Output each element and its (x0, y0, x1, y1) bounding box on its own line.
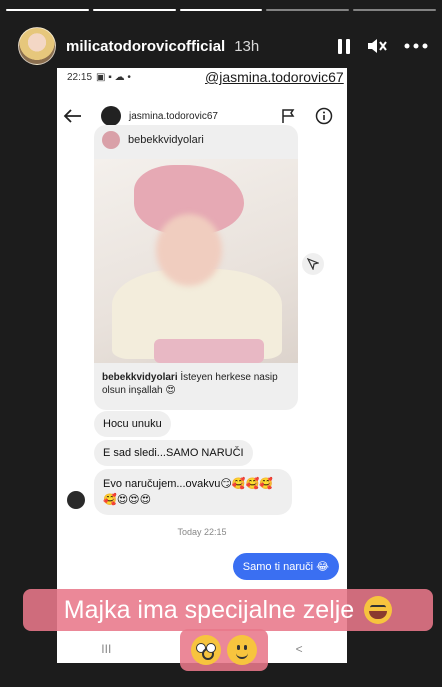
more-icon[interactable] (404, 43, 428, 49)
flag-icon[interactable] (281, 108, 295, 124)
recents-button[interactable]: III (101, 642, 111, 656)
back-arrow-icon[interactable] (63, 109, 83, 123)
share-icon[interactable] (302, 253, 324, 275)
post-username[interactable]: bebekkvidyolari (128, 134, 204, 146)
story-username[interactable]: milicatodorovicofficial (66, 38, 225, 55)
dm-contact-avatar[interactable] (101, 106, 121, 126)
progress-segment (266, 9, 350, 11)
avatar[interactable] (18, 27, 56, 65)
overlay-text: Majka ima specijalne zelje (63, 595, 355, 624)
mute-icon[interactable] (366, 36, 388, 56)
mention-sticker[interactable]: @jasmina.todorovic67 (205, 69, 344, 85)
message-bubble: E sad sledi...SAMO NARUČI (94, 440, 253, 466)
overlay-caption: Majka ima specijalne zelje (23, 589, 433, 631)
caption-user: bebekkvidyolari (102, 372, 178, 383)
progress-segment (179, 9, 263, 11)
my-message-bubble: Samo ti naruči 😂 (232, 553, 339, 580)
phone-status-bar: 22:15 ▣ ▪ ☁ • (67, 72, 131, 83)
smile-emoji-icon (227, 635, 257, 665)
shared-post[interactable]: bebekkvidyolari bebekkvidyolari İsteyen … (94, 125, 298, 410)
progress-segment (353, 9, 436, 11)
progress-segment (92, 9, 176, 11)
message-bubble: Evo naručujem...ovakvu😏🥰🥰🥰🥰😍😍😍 (94, 469, 292, 515)
post-caption: bebekkvidyolari İsteyen herkese nasip ol… (102, 371, 290, 397)
pause-icon[interactable] (338, 38, 350, 54)
laughing-emoji-icon (364, 596, 393, 624)
info-icon[interactable] (315, 107, 333, 125)
post-avatar (102, 131, 120, 149)
screenshot-phone: 22:15 ▣ ▪ ☁ • jasmina.todorovic67 bebekk… (57, 68, 347, 663)
story-header: milicatodorovicofficial 13h (18, 27, 428, 65)
post-image[interactable] (94, 159, 298, 363)
message-timestamp: Today 22:15 (177, 527, 227, 537)
message-bubble: Hocu unuku (94, 411, 171, 437)
story-progress (6, 9, 436, 11)
shocked-emoji-icon (191, 635, 221, 665)
overlay-emojis (180, 629, 268, 671)
story-time: 13h (234, 37, 260, 55)
sender-avatar (67, 491, 85, 509)
progress-segment (6, 9, 89, 11)
phone-time: 22:15 (67, 72, 93, 83)
back-button[interactable]: < (296, 642, 303, 656)
dm-contact-name[interactable]: jasmina.todorovic67 (129, 111, 218, 122)
status-icons: ▣ ▪ ☁ • (96, 72, 131, 83)
